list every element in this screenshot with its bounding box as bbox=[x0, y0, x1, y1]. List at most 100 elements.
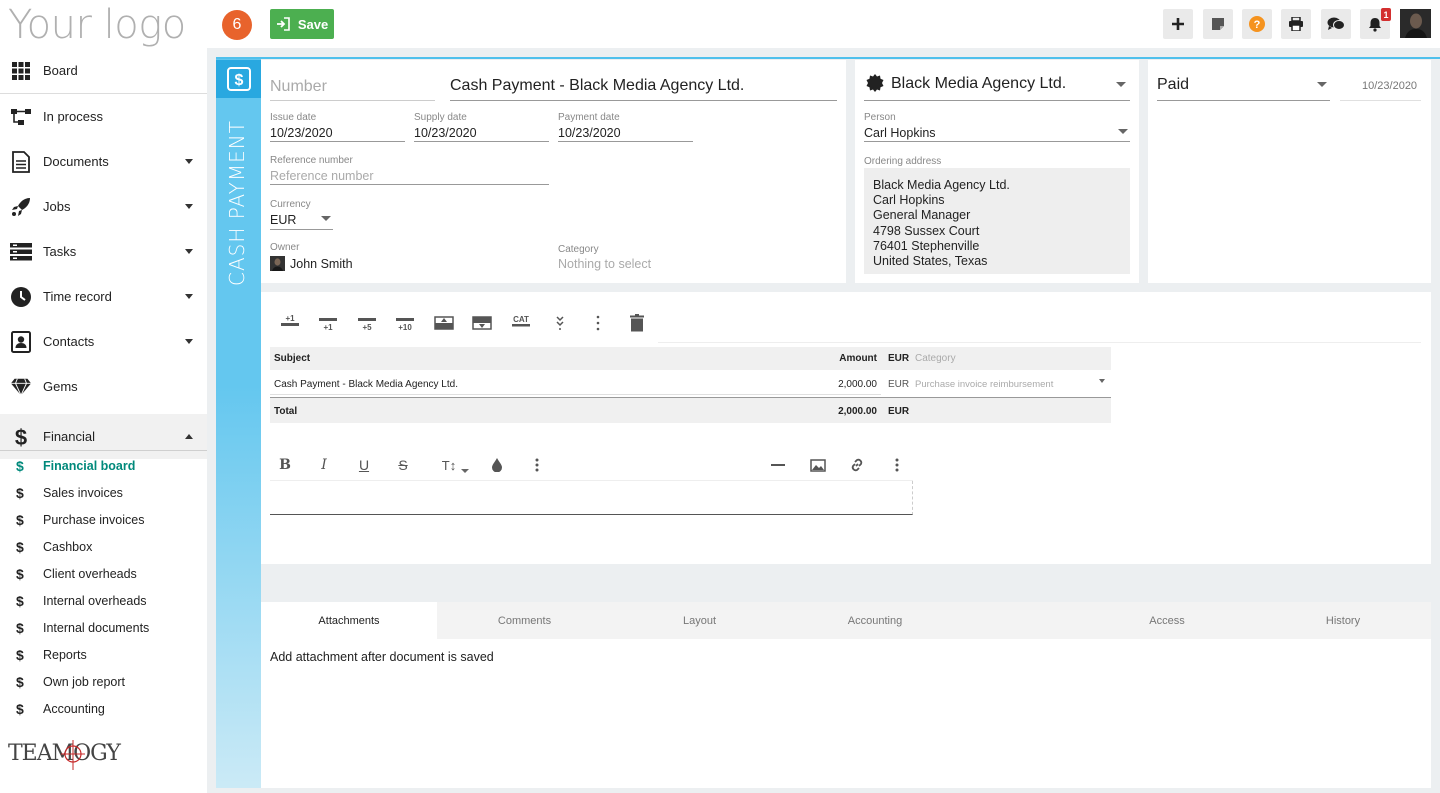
svg-text:$: $ bbox=[234, 72, 243, 89]
table-row[interactable]: Cash Payment - Black Media Agency Ltd. 2… bbox=[270, 371, 1111, 397]
tab-history[interactable]: History bbox=[1255, 602, 1431, 639]
sidebar-item-documents[interactable]: Documents bbox=[0, 139, 207, 184]
number-input[interactable]: Number bbox=[270, 78, 327, 96]
chevron-down-icon[interactable] bbox=[1317, 82, 1327, 87]
sidebar-item-gems[interactable]: Gems bbox=[0, 364, 207, 409]
dollar-icon: $ bbox=[16, 592, 24, 609]
sidebar-item-jobs[interactable]: Jobs bbox=[0, 184, 207, 229]
status-select[interactable]: Paid bbox=[1157, 76, 1189, 94]
move-up-button[interactable] bbox=[431, 313, 457, 333]
sidebar-sub-client-overheads[interactable]: $ Client overheads bbox=[0, 560, 207, 587]
strikethrough-button[interactable]: S bbox=[392, 456, 414, 474]
tab-access[interactable]: Access bbox=[1079, 602, 1255, 639]
sidebar-item-tasks[interactable]: Tasks bbox=[0, 229, 207, 274]
row-subject[interactable]: Cash Payment - Black Media Agency Ltd. bbox=[274, 379, 834, 395]
tab-bar: Attachments Comments Layout Accounting A… bbox=[261, 602, 1431, 639]
more-formatting-button[interactable] bbox=[526, 456, 548, 474]
row-category[interactable]: Purchase invoice reimbursement bbox=[915, 379, 1053, 390]
sidebar-item-board[interactable]: Board bbox=[0, 48, 207, 93]
sidebar-sub-internal-documents[interactable]: $ Internal documents bbox=[0, 614, 207, 641]
address-line: Carl Hopkins bbox=[873, 193, 945, 208]
row-amount[interactable]: 2,000.00 bbox=[838, 379, 877, 390]
insert-link-button[interactable] bbox=[846, 456, 868, 474]
login-icon bbox=[276, 17, 290, 31]
underline-button[interactable]: U bbox=[353, 456, 375, 474]
sidebar-sub-purchase-invoices[interactable]: $ Purchase invoices bbox=[0, 506, 207, 533]
text-size-button[interactable]: T↕ bbox=[437, 456, 461, 474]
document-title-input[interactable]: Cash Payment - Black Media Agency Ltd. bbox=[450, 77, 744, 95]
horizontal-rule-icon bbox=[771, 464, 785, 466]
delete-button[interactable] bbox=[624, 313, 650, 333]
tab-layout[interactable]: Layout bbox=[612, 602, 787, 639]
sidebar-sub-accounting[interactable]: $ Accounting bbox=[0, 695, 207, 722]
chevron-down-icon[interactable] bbox=[1116, 82, 1126, 87]
help-button[interactable]: ? bbox=[1242, 9, 1272, 39]
sidebar-item-time-record[interactable]: Time record bbox=[0, 274, 207, 319]
chevron-down-icon[interactable] bbox=[1118, 129, 1128, 134]
counter-badge[interactable]: 6 bbox=[222, 10, 252, 40]
sidebar-item-contacts[interactable]: Contacts bbox=[0, 319, 207, 364]
plus-icon bbox=[1172, 18, 1184, 30]
save-button[interactable]: Save bbox=[270, 9, 334, 39]
sidebar-sub-cashbox[interactable]: $ Cashbox bbox=[0, 533, 207, 560]
document-icon bbox=[10, 151, 32, 173]
tab-attachments[interactable]: Attachments bbox=[261, 602, 437, 639]
sidebar: Board In process Documents Jobs Tasks Ti… bbox=[0, 48, 207, 793]
column-header-amount: Amount bbox=[839, 353, 877, 364]
dollar-icon: $ bbox=[16, 619, 24, 636]
company-select[interactable]: Black Media Agency Ltd. bbox=[891, 75, 1066, 93]
italic-button[interactable]: I bbox=[313, 456, 335, 474]
more-insert-button[interactable] bbox=[886, 456, 908, 474]
tab-comments[interactable]: Comments bbox=[437, 602, 612, 639]
sidebar-sub-label: Reports bbox=[43, 647, 87, 662]
more-vertical-button[interactable] bbox=[585, 313, 611, 333]
text-color-button[interactable] bbox=[486, 456, 508, 474]
flow-icon bbox=[10, 106, 32, 128]
category-button[interactable]: CAT bbox=[508, 313, 534, 333]
reference-input[interactable]: Reference number bbox=[270, 169, 374, 183]
currency-select[interactable]: EUR bbox=[270, 213, 296, 227]
category-select[interactable]: Nothing to select bbox=[558, 257, 651, 271]
user-avatar[interactable] bbox=[1400, 9, 1431, 38]
horizontal-line-button[interactable] bbox=[767, 456, 789, 474]
svg-text:+1: +1 bbox=[285, 314, 295, 323]
person-select[interactable]: Carl Hopkins bbox=[864, 126, 936, 140]
add-row-10-button[interactable]: +10 bbox=[392, 313, 418, 333]
sidebar-sub-label: Purchase invoices bbox=[43, 512, 145, 527]
sidebar-sub-internal-overheads[interactable]: $ Internal overheads bbox=[0, 587, 207, 614]
notes-button[interactable] bbox=[1203, 9, 1233, 39]
chevron-down-icon[interactable] bbox=[461, 469, 469, 473]
chevron-down-icon bbox=[185, 204, 193, 209]
ordering-address-box[interactable]: Black Media Agency Ltd. Carl Hopkins Gen… bbox=[864, 168, 1130, 274]
chevron-down-icon[interactable] bbox=[1099, 379, 1105, 383]
chat-button[interactable] bbox=[1321, 9, 1351, 39]
add-one-button[interactable]: +1 bbox=[277, 313, 303, 333]
sidebar-sub-sales-invoices[interactable]: $ Sales invoices bbox=[0, 479, 207, 506]
add-button[interactable] bbox=[1163, 9, 1193, 39]
tab-accounting[interactable]: Accounting bbox=[787, 602, 963, 639]
svg-text:CAT: CAT bbox=[513, 315, 529, 324]
doc-type-icon-box: $ bbox=[216, 60, 261, 98]
sidebar-item-in-process[interactable]: In process bbox=[0, 94, 207, 139]
move-down-button[interactable] bbox=[469, 313, 495, 333]
payment-date-input[interactable]: 10/23/2020 bbox=[558, 126, 621, 140]
owner-value[interactable]: John Smith bbox=[290, 257, 353, 271]
chevron-down-icon[interactable] bbox=[321, 216, 331, 221]
add-row-5-button[interactable]: +5 bbox=[354, 313, 380, 333]
add-row-1-button[interactable]: +1 bbox=[315, 313, 341, 333]
dollar-icon: $ bbox=[10, 425, 32, 449]
note-editor[interactable] bbox=[270, 481, 913, 515]
bold-button[interactable]: B bbox=[274, 456, 296, 474]
address-line: United States, Texas bbox=[873, 254, 988, 269]
issue-date-input[interactable]: 10/23/2020 bbox=[270, 126, 333, 140]
supply-date-input[interactable]: 10/23/2020 bbox=[414, 126, 477, 140]
chevron-down-icon bbox=[185, 294, 193, 299]
sidebar-sub-reports[interactable]: $ Reports bbox=[0, 641, 207, 668]
collapse-button[interactable] bbox=[547, 313, 573, 333]
print-button[interactable] bbox=[1281, 9, 1311, 39]
sidebar-sub-own-job-report[interactable]: $ Own job report bbox=[0, 668, 207, 695]
category-label: Category bbox=[558, 244, 599, 255]
sidebar-sub-financial-board[interactable]: $ Financial board bbox=[0, 452, 207, 479]
insert-image-button[interactable] bbox=[807, 456, 829, 474]
currency-label: Currency bbox=[270, 199, 311, 210]
